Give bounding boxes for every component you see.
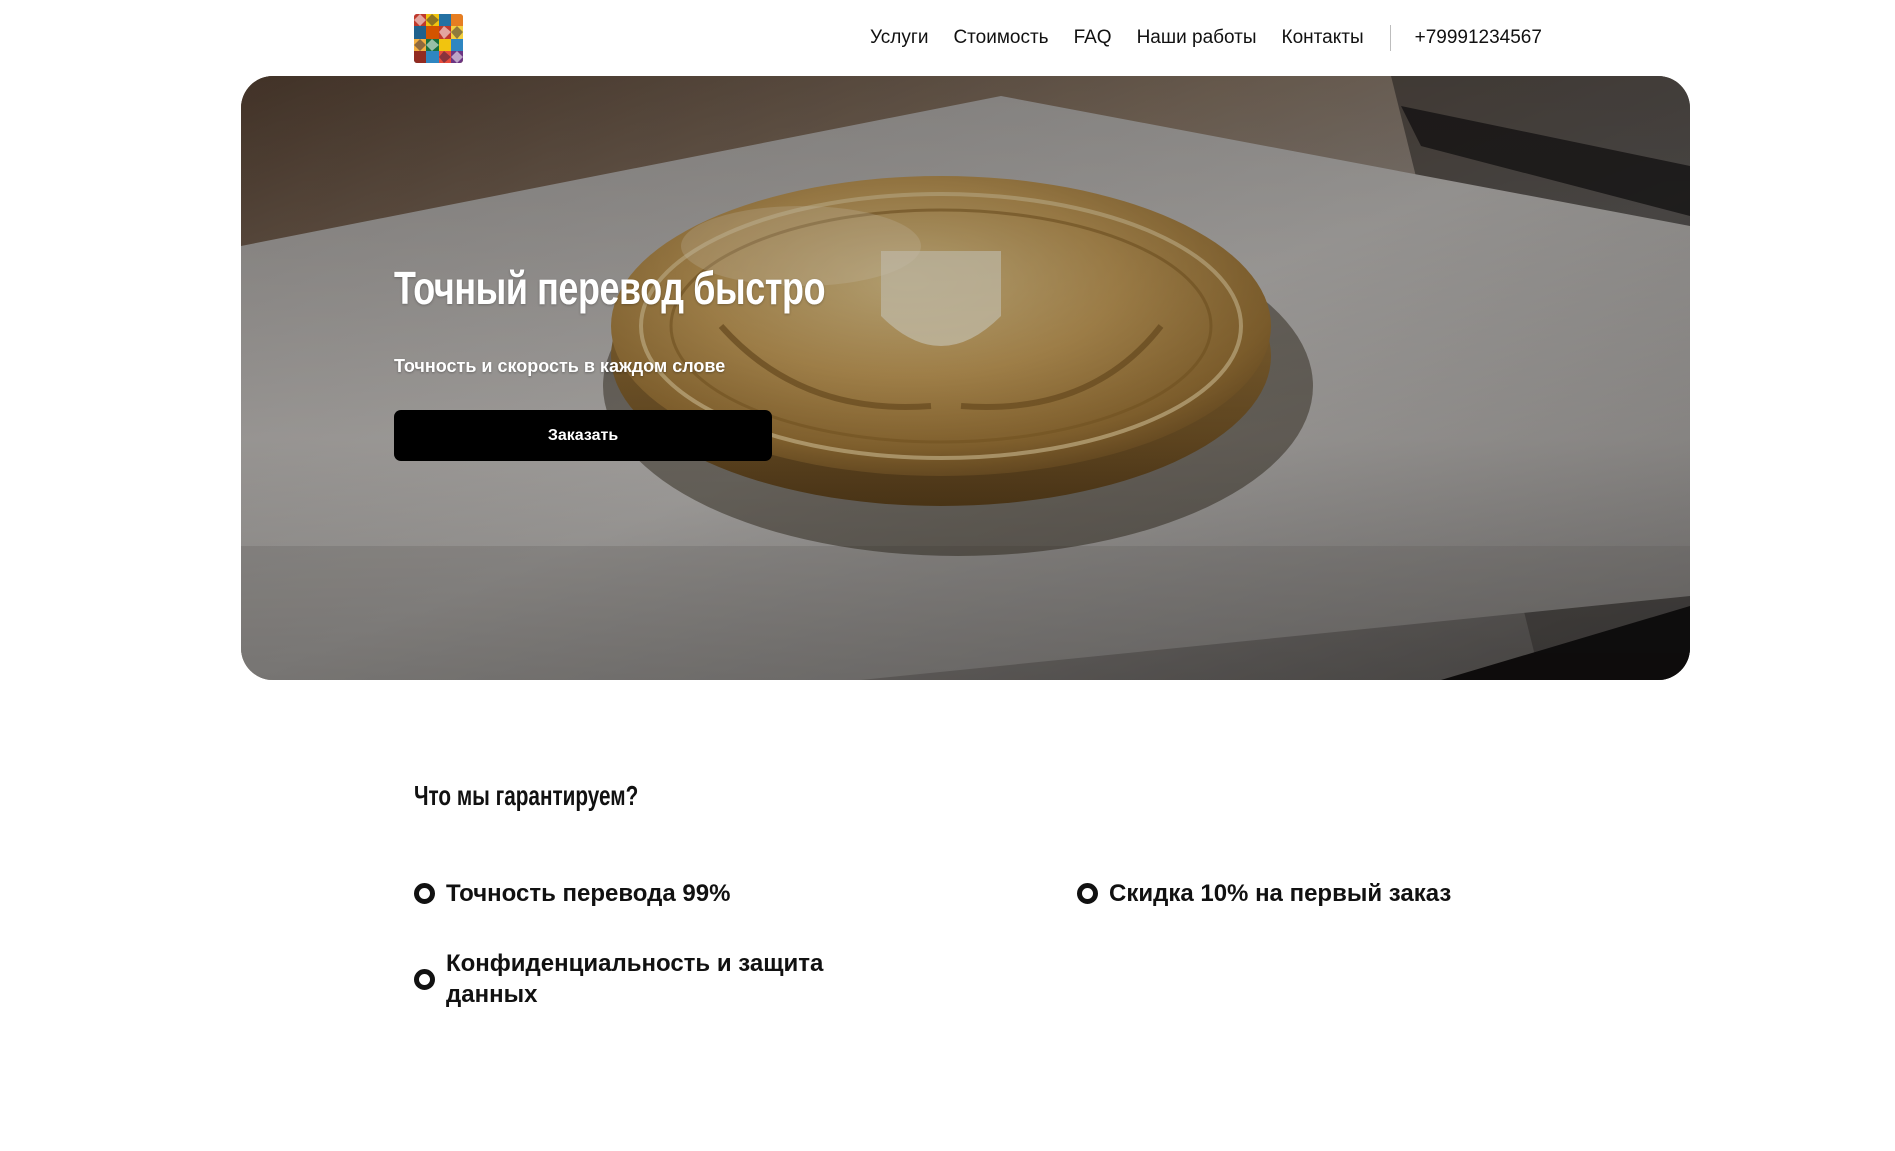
hero-title: Точный перевод быстро xyxy=(394,262,826,314)
order-button[interactable]: Заказать xyxy=(394,410,772,461)
guarantee-item: Скидка 10% на первый заказ xyxy=(1077,878,1451,909)
guarantees-title: Что мы гарантируем? xyxy=(414,780,639,811)
phone-link[interactable]: +79991234567 xyxy=(1415,27,1542,49)
nav-item-contacts[interactable]: Контакты xyxy=(1282,27,1364,49)
guarantee-item: Конфиденциальность и защита данных xyxy=(414,948,834,1010)
nav-item-portfolio[interactable]: Наши работы xyxy=(1137,27,1257,49)
main-nav: Услуги Стоимость FAQ Наши работы Контакт… xyxy=(870,24,1542,52)
nav-item-services[interactable]: Услуги xyxy=(870,27,928,49)
logo-pattern xyxy=(414,14,463,63)
circle-bullet-icon xyxy=(1077,883,1098,904)
gold-medal-on-document-photo xyxy=(241,76,1690,680)
mosaic-logo-icon[interactable] xyxy=(414,14,463,63)
site-header: Услуги Стоимость FAQ Наши работы Контакт… xyxy=(0,0,1895,76)
circle-bullet-icon xyxy=(414,883,435,904)
circle-bullet-icon xyxy=(414,968,435,990)
guarantee-item: Точность перевода 99% xyxy=(414,878,730,909)
landing-page: Услуги Стоимость FAQ Наши работы Контакт… xyxy=(0,0,1895,1151)
hero-subtitle: Точность и скорость в каждом слове xyxy=(394,356,726,376)
nav-item-faq[interactable]: FAQ xyxy=(1074,27,1112,49)
nav-divider xyxy=(1389,25,1391,51)
nav-item-pricing[interactable]: Стоимость xyxy=(953,27,1048,49)
guarantee-text: Конфиденциальность и защита данных xyxy=(446,950,824,1008)
hero-banner: Точный перевод быстро Точность и скорост… xyxy=(241,76,1690,680)
guarantee-text: Скидка 10% на первый заказ xyxy=(1109,880,1452,907)
guarantee-text: Точность перевода 99% xyxy=(446,880,731,907)
